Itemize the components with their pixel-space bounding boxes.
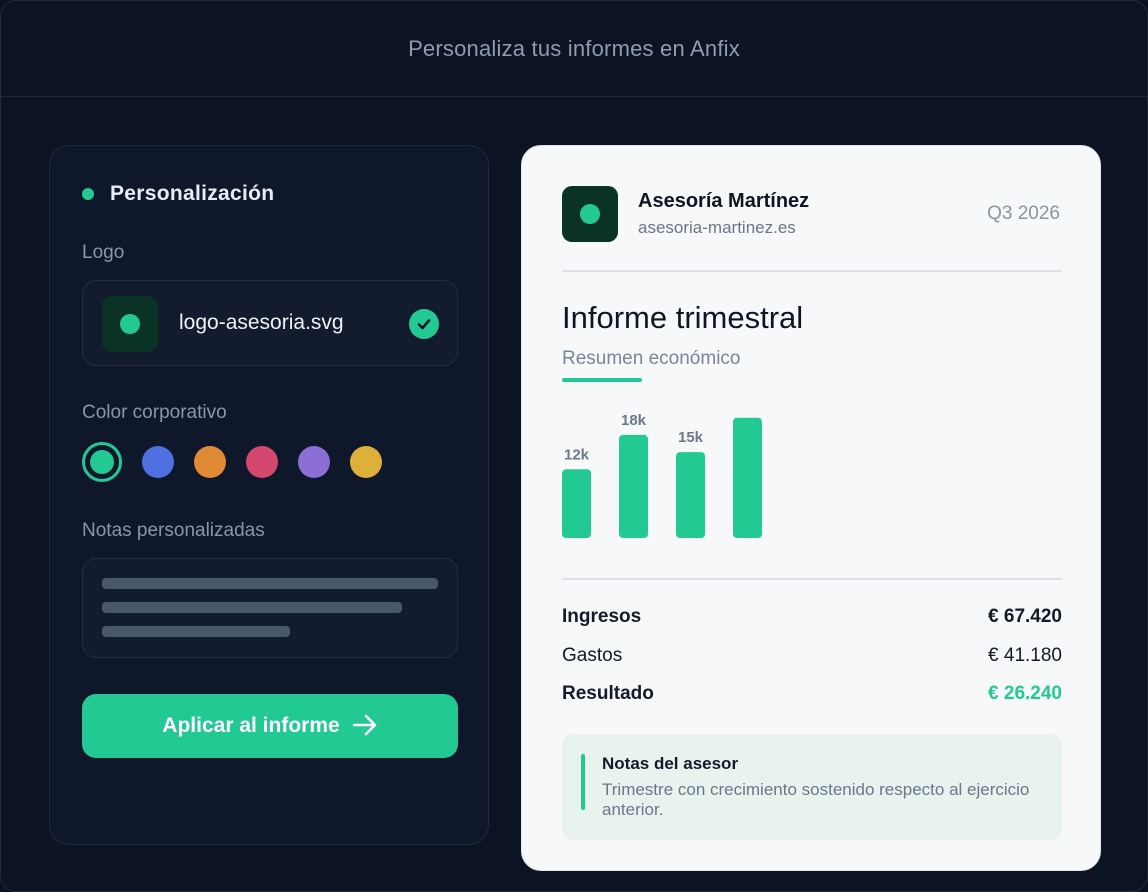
chart-bar xyxy=(562,469,591,538)
metric-row-expenses: Gastos € 41.180 xyxy=(562,645,1062,671)
company-domain: asesoria-martinez.es xyxy=(638,218,796,237)
chart-data-label: 12k xyxy=(564,446,590,463)
app-window: Personaliza tus informes en Anfix Person… xyxy=(0,0,1148,892)
swatch-purple[interactable] xyxy=(298,446,330,478)
title-bar: Personaliza tus informes en Anfix xyxy=(1,1,1147,97)
section-header: Personalización xyxy=(82,182,274,206)
report-subtitle: Resumen económico xyxy=(562,348,741,369)
divider xyxy=(562,270,1062,272)
advisor-notes: Notas del asesor Trimestre con crecimien… xyxy=(562,734,1062,840)
chart-bar xyxy=(619,434,648,538)
logo-thumbnail xyxy=(102,296,158,352)
notes-placeholder-line xyxy=(102,578,438,589)
notes-accent-bar xyxy=(581,754,585,810)
logo-label: Logo xyxy=(82,242,125,263)
company-logo xyxy=(562,186,618,242)
logo-filename: logo-asesoria.svg xyxy=(179,311,344,334)
swatch-yellow[interactable] xyxy=(350,446,382,478)
chart-data-label: 15k xyxy=(678,429,704,446)
metric-label: Resultado xyxy=(562,683,654,704)
notes-placeholder-line xyxy=(102,602,402,613)
metric-row-income: Ingresos € 67.420 xyxy=(562,606,1062,632)
logo-mark-icon xyxy=(120,314,140,334)
swatch-orange[interactable] xyxy=(194,446,226,478)
section-title: Personalización xyxy=(110,182,275,205)
arrow-right-icon xyxy=(352,714,378,739)
divider xyxy=(562,578,1062,580)
chart-bar xyxy=(733,417,762,538)
advisor-notes-body: Trimestre con crecimiento sostenido resp… xyxy=(602,780,1030,819)
window-title: Personaliza tus informes en Anfix xyxy=(408,35,740,61)
subtitle-underline xyxy=(562,378,642,382)
check-circle-icon xyxy=(409,309,439,339)
notes-placeholder-line xyxy=(102,626,290,637)
swatch-fill xyxy=(90,450,114,474)
swatch-pink[interactable] xyxy=(246,446,278,478)
bar-chart-svg: 12k 18k 15k xyxy=(562,412,762,538)
report-title: Informe trimestral xyxy=(562,300,804,335)
swatch-blue[interactable] xyxy=(142,446,174,478)
metric-label: Ingresos xyxy=(562,606,642,627)
color-label: Color corporativo xyxy=(82,402,227,423)
logo-upload-field[interactable]: logo-asesoria.svg xyxy=(82,280,458,366)
bar-chart: 12k 18k 15k xyxy=(562,396,862,541)
logo-mark-icon xyxy=(580,204,600,224)
metric-value: € 67.420 xyxy=(988,606,1062,627)
report-preview: Asesoría Martínez asesoria-martinez.es Q… xyxy=(521,145,1101,871)
apply-to-report-button[interactable]: Aplicar al informe xyxy=(82,694,458,758)
status-dot-icon xyxy=(82,188,94,200)
personalization-panel: Personalización Logo logo-asesoria.svg C… xyxy=(49,145,489,845)
metric-value: € 41.180 xyxy=(988,645,1062,666)
metric-label: Gastos xyxy=(562,645,623,666)
metric-row-result: Resultado € 26.240 xyxy=(562,683,1062,709)
chart-bar xyxy=(676,452,705,538)
advisor-notes-title: Notas del asesor xyxy=(602,754,739,773)
apply-button-label: Aplicar al informe xyxy=(162,714,340,737)
color-swatches xyxy=(82,442,402,482)
company-name: Asesoría Martínez xyxy=(638,190,810,212)
notes-label: Notas personalizadas xyxy=(82,520,265,541)
report-period: Q3 2026 xyxy=(987,203,1060,224)
swatch-green[interactable] xyxy=(82,442,122,482)
metric-value: € 26.240 xyxy=(988,683,1062,704)
chart-data-label: 18k xyxy=(621,412,647,429)
notes-textarea[interactable] xyxy=(82,558,458,658)
